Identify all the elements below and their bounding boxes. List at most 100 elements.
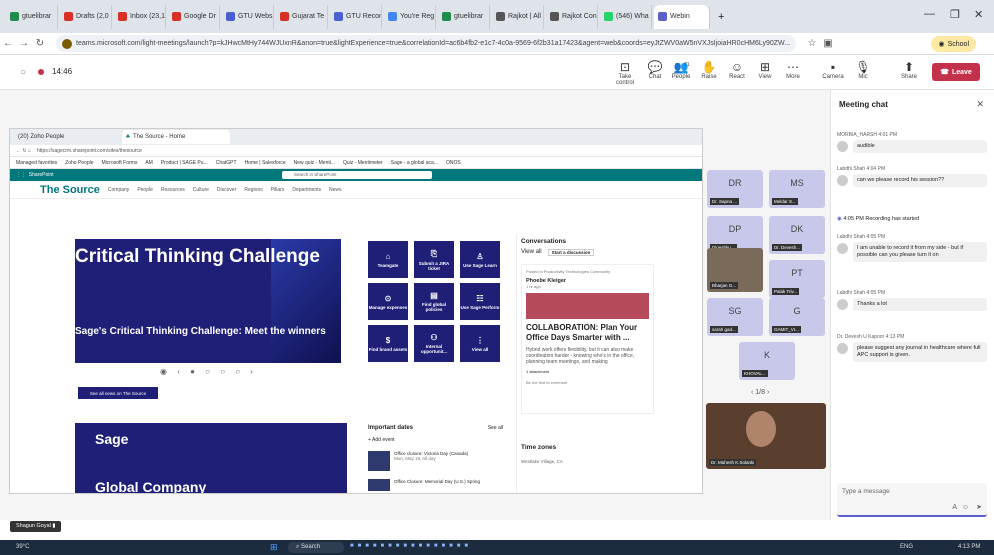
tab-favicon-icon xyxy=(172,12,181,21)
participant-name: Dr. Sapna ... xyxy=(710,198,740,205)
conv-view-all: View all xyxy=(521,249,542,255)
participant-tile[interactable]: DK Dr. Devesh... xyxy=(769,216,825,254)
participant-tile[interactable]: PT Palak Triv... xyxy=(769,260,825,298)
send-icon[interactable]: ➤ xyxy=(976,503,982,511)
participant-initials: K xyxy=(763,350,770,360)
browser-tab[interactable]: Gujarat Te xyxy=(276,4,328,29)
carousel-dots: ◉ ‹ ● ○ ○ ○ › xyxy=(160,367,257,376)
people-button[interactable]: 👥 71 People xyxy=(666,60,696,80)
participant-tile[interactable]: Bharjan G... xyxy=(707,248,763,292)
browser-tab[interactable]: GTU Webs xyxy=(222,4,274,29)
quick-link-tile: ⋮ View all xyxy=(460,325,500,362)
participant-tile[interactable]: DR Dr. Sapna ... xyxy=(707,170,763,208)
raise-button[interactable]: ✋ Raise xyxy=(694,60,724,80)
hero-banner: Critical Thinking Challenge Sage's Criti… xyxy=(75,239,341,363)
camera-button[interactable]: ▪ Camera xyxy=(818,60,848,80)
chat-message: Dr. Devesh U Kapoor 4:13 PM please sugges… xyxy=(837,334,987,362)
weather-widget[interactable]: 39°C xyxy=(16,544,29,550)
browser-tab[interactable]: gtuelibrar xyxy=(438,4,490,29)
maximize-icon[interactable]: ❐ xyxy=(950,8,960,21)
reload-icon[interactable]: ↻ xyxy=(32,38,48,49)
tab-favicon-icon xyxy=(388,12,397,21)
tab-favicon-icon xyxy=(10,12,19,21)
mic-button[interactable]: 🎙 Mic xyxy=(848,60,878,80)
tile-icon: ▤ xyxy=(430,291,438,300)
participant-initials: DP xyxy=(728,224,742,234)
participant-initials: MS xyxy=(790,178,804,188)
back-icon[interactable]: ← xyxy=(0,38,16,49)
view-button[interactable]: ⊞ View xyxy=(750,60,780,80)
tile-icon: ⌂ xyxy=(385,251,391,261)
participant-tile[interactable]: G GAMIT_VI... xyxy=(769,298,825,336)
browser-tab[interactable]: You're Reg xyxy=(384,4,436,29)
tab-favicon-icon xyxy=(118,12,127,21)
message-input[interactable]: Type a message A ☺ ➤ xyxy=(837,483,987,517)
bookmark-star-icon[interactable]: ☆ xyxy=(804,38,820,49)
participant-name: Palak Triv... xyxy=(772,288,800,295)
participant-tile[interactable]: MS Meldar S... xyxy=(769,170,825,208)
tile-icon: $ xyxy=(385,335,391,345)
post-image xyxy=(526,293,649,319)
browser-tab[interactable]: Drafts (2,0 xyxy=(60,4,112,29)
tile-icon: ☷ xyxy=(476,293,484,303)
participant-tile[interactable]: K KHOVAL... xyxy=(739,342,795,380)
taskbar-apps[interactable]: ■■■■■■■■■■■■■■■■ xyxy=(350,543,472,549)
share-button[interactable]: ⬆ Share xyxy=(894,60,924,80)
clock: 4:13 PM xyxy=(958,544,981,550)
favorite-link: Microsoft Forms xyxy=(101,159,138,166)
close-window-icon[interactable]: ✕ xyxy=(974,8,983,21)
profile-button[interactable]: ◉ School xyxy=(931,36,976,52)
close-chat-icon[interactable]: ✕ xyxy=(976,99,984,110)
react-button[interactable]: ☺ React xyxy=(722,60,752,80)
new-tab-icon[interactable]: + xyxy=(718,11,724,23)
quick-link-tile: ☷ Use Sage Perform xyxy=(460,283,500,320)
minimize-icon[interactable]: — xyxy=(924,8,935,20)
chat-bubble: Thanks a lot xyxy=(853,298,987,311)
browser-tab[interactable]: (546) Wha xyxy=(600,4,652,29)
leave-button[interactable]: ☎ Leave xyxy=(932,63,980,81)
emoji-icon[interactable]: ☺ xyxy=(962,504,969,511)
favorite-link: Quiz - Mentimeter xyxy=(343,159,383,166)
sage-banner: Sage Global Company xyxy=(75,423,347,493)
tab-favicon-icon xyxy=(550,12,559,21)
browser-tab[interactable]: Inbox (23,1 xyxy=(114,4,166,29)
quick-link-tile: ▤ Find global policies xyxy=(414,283,454,320)
participant-tile[interactable]: SG sarah gad... xyxy=(707,298,763,336)
hero-subtitle: Sage's Critical Thinking Challenge: Meet… xyxy=(75,326,326,337)
participant-name: Bharjan G... xyxy=(710,282,739,289)
browser-tab[interactable]: Rajkot Con xyxy=(546,4,598,29)
url-field[interactable]: teams.microsoft.com/light-meetings/launc… xyxy=(56,35,796,52)
more-button[interactable]: ⋯ More xyxy=(778,60,808,80)
take-control-button[interactable]: ⊡ Take control xyxy=(610,60,640,86)
mic-icon: 🎙 xyxy=(855,60,871,74)
recording-dot-icon xyxy=(38,69,44,75)
browser-tab-bar: gtuelibrar Drafts (2,0 Inbox (23,1 Google D… xyxy=(0,0,994,33)
see-all-news-button: See all news on The Source xyxy=(78,387,158,399)
taskbar-search[interactable]: ⌕ Search xyxy=(288,542,344,553)
tab-favicon-icon xyxy=(496,12,505,21)
sp-nav-item: Company xyxy=(107,186,130,193)
view-icon: ⊞ xyxy=(759,60,771,74)
site-icon xyxy=(62,38,72,49)
browser-tab[interactable]: Google Dr xyxy=(168,4,220,29)
profile-avatar-icon: ◉ xyxy=(938,41,945,48)
favorite-link: ONOS xyxy=(446,159,461,166)
browser-tab[interactable]: GTU Recon xyxy=(330,4,382,29)
browser-tab[interactable]: Webin xyxy=(654,4,710,29)
participant-initials: SG xyxy=(728,306,742,316)
meeting-chat-panel: Meeting chat ✕ MORBIA_HARSH 4:01 PM audib… xyxy=(830,90,994,520)
sp-nav-item: Resources xyxy=(160,186,185,193)
hero-title: Critical Thinking Challenge xyxy=(75,246,320,267)
gallery-pager[interactable]: ‹ 1/8 › xyxy=(751,389,769,396)
post-headline: COLLABORATION: Plan Your Office Days Sma… xyxy=(526,323,638,342)
browser-tab[interactable]: Rajkot | All xyxy=(492,4,544,29)
browser-tab[interactable]: gtuelibrar xyxy=(6,4,58,29)
start-icon[interactable]: ⊞ xyxy=(270,542,278,553)
chat-bubble: I am unable to record it from my side - … xyxy=(853,242,987,262)
forward-icon[interactable]: → xyxy=(16,38,32,49)
format-icon[interactable]: A xyxy=(952,504,957,511)
add-event: + Add event xyxy=(368,437,395,443)
shared-favorites-bar: Managed favorites Zoho People Microsoft Fo… xyxy=(10,157,702,169)
tile-icon: ⎘ xyxy=(430,248,438,258)
extension-icon[interactable]: ▣ xyxy=(820,38,836,49)
